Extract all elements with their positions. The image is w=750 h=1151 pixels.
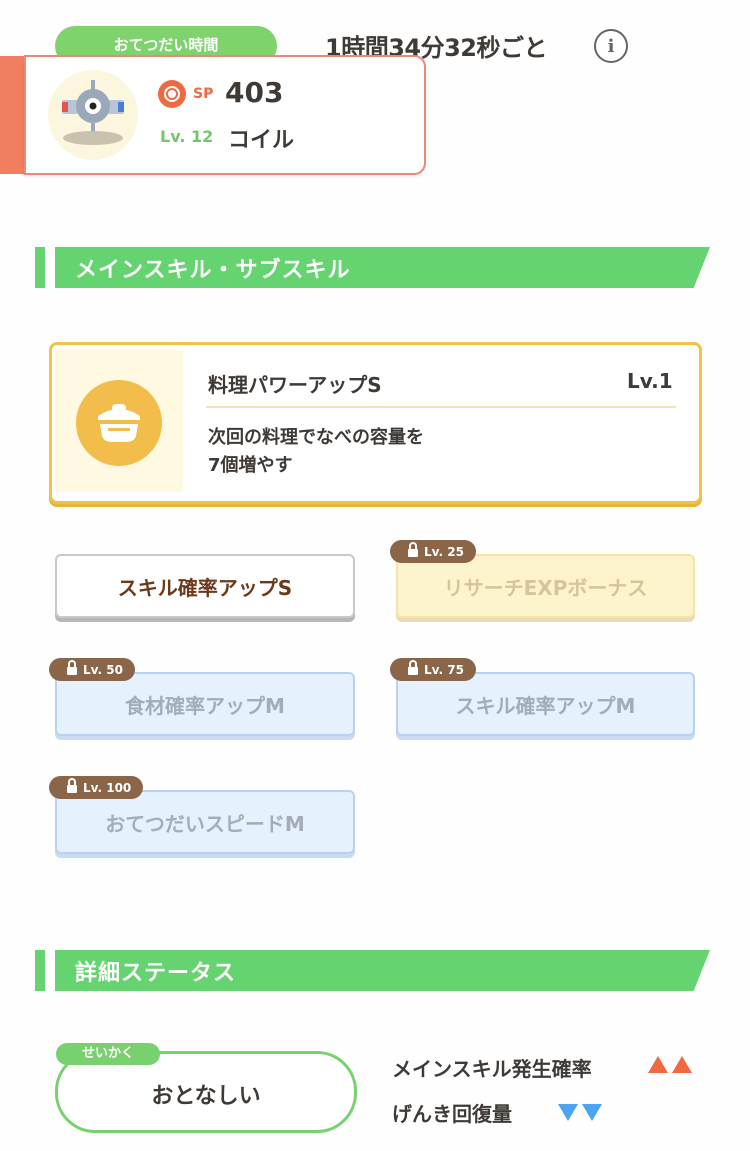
magnemite-icon xyxy=(62,80,124,145)
sub-skill-3[interactable]: 食材確率アップM xyxy=(55,672,355,736)
lock-badge: Lv. 100 xyxy=(49,776,144,799)
lock-icon xyxy=(408,542,418,557)
main-skill-description: 次回の料理でなべの容量を 7個増やす xyxy=(208,427,424,476)
up-arrows-icon xyxy=(648,1056,692,1073)
section-title-skills: メインスキル・サブスキル xyxy=(75,258,351,283)
unlock-level: Lv. 75 xyxy=(424,662,464,677)
lock-icon xyxy=(67,660,77,675)
lock-badge: Lv. 50 xyxy=(49,658,135,681)
unlock-level: Lv. 50 xyxy=(83,662,123,677)
section-title-status: 詳細ステータス xyxy=(75,961,237,986)
nature-up-effect: メインスキル発生確率 xyxy=(392,1057,592,1081)
sp-value: 403 xyxy=(225,76,284,109)
main-skill-level: Lv.1 xyxy=(627,369,673,393)
sub-skill-5[interactable]: おてつだいスピードM xyxy=(55,790,355,854)
main-skill-name: 料理パワーアップS xyxy=(208,373,382,397)
down-arrows-icon xyxy=(558,1104,602,1121)
pokemon-level: Lv. 12 xyxy=(160,127,214,146)
sub-skill-2[interactable]: リサーチEXPボーナス xyxy=(396,554,695,618)
sp-icon xyxy=(158,80,186,108)
unlock-level: Lv. 100 xyxy=(83,780,132,795)
sp-label: SP xyxy=(193,86,214,102)
lock-badge: Lv. 75 xyxy=(390,658,476,681)
nature-value: おとなしい xyxy=(151,1084,261,1109)
info-icon[interactable]: i xyxy=(594,29,628,63)
pokemon-name: コイル xyxy=(228,128,295,153)
sub-skill-1[interactable]: スキル確率アップS xyxy=(55,554,355,618)
nature-tag: せいかく xyxy=(56,1043,160,1065)
lock-badge: Lv. 25 xyxy=(390,540,476,563)
pokemon-avatar xyxy=(48,70,138,160)
unlock-level: Lv. 25 xyxy=(424,544,464,559)
lock-icon xyxy=(67,778,77,793)
section-accent xyxy=(35,247,45,288)
nature-down-effect: げんき回復量 xyxy=(392,1102,512,1126)
section-accent xyxy=(35,950,45,991)
sub-skill-4[interactable]: スキル確率アップM xyxy=(396,672,695,736)
cooking-pot-icon xyxy=(76,380,162,466)
divider xyxy=(206,406,676,408)
lock-icon xyxy=(408,660,418,675)
